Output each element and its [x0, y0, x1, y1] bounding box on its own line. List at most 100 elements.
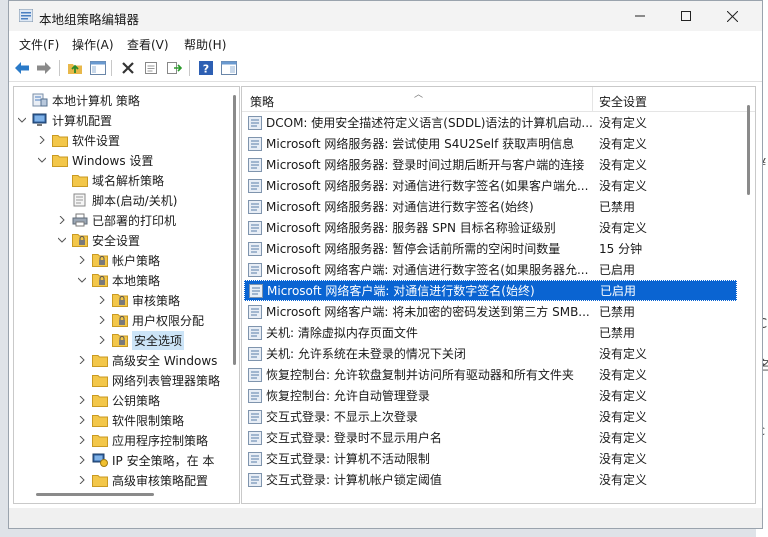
show-hide-tree-button[interactable] [89, 59, 107, 77]
up-button[interactable] [66, 59, 84, 77]
table-row[interactable]: 交互式登录: 登录时不显示用户名 没有定义 [244, 427, 737, 448]
menu-file[interactable]: 文件(F) [19, 36, 59, 53]
chevron-down-icon [58, 237, 66, 243]
tree-item-software-restriction[interactable]: 软件限制策略 [76, 410, 184, 430]
table-row[interactable]: Microsoft 网络客户端: 对通信进行数字签名(如果服务器允... 已启用 [244, 259, 737, 280]
tree-item-windows-settings[interactable]: Windows 设置 [36, 150, 153, 170]
policy-name: Microsoft 网络服务器: 服务器 SPN 目标名称验证级别 [266, 221, 556, 235]
tree-item-security-options[interactable]: 安全选项 [96, 330, 185, 350]
tree-item-network-list[interactable]: 网络列表管理器策略 [76, 370, 220, 390]
policy-name: 关机: 清除虚拟内存页面文件 [266, 326, 418, 340]
table-row[interactable]: Microsoft 网络服务器: 暂停会话前所需的空闲时间数量 15 分钟 [244, 238, 737, 259]
navigation-tree[interactable]: 本地计算机 策略 计算机配置 软件设置 Windows 设置 域名解析策略 脚本… [13, 86, 240, 504]
table-row[interactable]: 交互式登录: 不显示上次登录 没有定义 [244, 406, 737, 427]
policy-name: Microsoft 网络服务器: 暂停会话前所需的空闲时间数量 [266, 242, 561, 256]
view-icon [221, 61, 237, 75]
table-row[interactable]: 关机: 清除虚拟内存页面文件 已禁用 [244, 322, 737, 343]
tree-item-user-rights[interactable]: 用户权限分配 [96, 310, 204, 330]
menu-action[interactable]: 操作(A) [72, 36, 114, 53]
policy-setting-icon [248, 346, 262, 361]
policy-setting-icon [248, 115, 262, 130]
tree-vertical-scrollbar[interactable] [233, 95, 236, 365]
policy-setting-icon [248, 262, 262, 277]
table-row[interactable]: Microsoft 网络服务器: 服务器 SPN 目标名称验证级别 没有定义 [244, 217, 737, 238]
policy-setting-icon [248, 136, 262, 151]
tree-item-advanced-audit[interactable]: 高级审核策略配置 [76, 470, 208, 490]
export-list-button[interactable] [165, 59, 183, 77]
policy-name: 交互式登录: 不显示上次登录 [266, 410, 418, 424]
folder-icon [92, 414, 108, 427]
table-row[interactable]: 恢复控制台: 允许自动管理登录 没有定义 [244, 385, 737, 406]
table-row[interactable]: 关机: 允许系统在未登录的情况下关闭 没有定义 [244, 343, 737, 364]
back-button[interactable] [13, 59, 31, 77]
table-row[interactable]: Microsoft 网络服务器: 尝试使用 S4U2Self 获取声明信息 没有定… [244, 133, 737, 154]
gpedit-app-icon [19, 9, 33, 22]
folder-lock-icon [112, 294, 128, 307]
table-row[interactable]: Microsoft 网络客户端: 对通信进行数字签名(始终) 已启用 [244, 280, 737, 301]
sort-up-icon: ︿ [414, 90, 424, 100]
tree-item-printers[interactable]: 已部署的打印机 [56, 210, 176, 230]
folder-icon [92, 474, 108, 487]
menu-help[interactable]: 帮助(H) [184, 36, 226, 53]
table-row[interactable]: 恢复控制台: 允许软盘复制并访问所有驱动器和所有文件夹 没有定义 [244, 364, 737, 385]
policy-name: 交互式登录: 计算机帐户锁定阈值 [266, 473, 442, 487]
policy-name: 交互式登录: 计算机不活动限制 [266, 452, 430, 466]
security-setting-value: 没有定义 [599, 473, 648, 487]
tree-item-software-settings[interactable]: 软件设置 [36, 130, 120, 150]
tree-item-dns-policy[interactable]: 域名解析策略 [56, 170, 164, 190]
list-header: ︿ 策略 安全设置 [242, 87, 755, 112]
delete-button[interactable] [119, 59, 137, 77]
forward-arrow-icon [37, 62, 51, 74]
tree-item-public-key[interactable]: 公钥策略 [76, 390, 160, 410]
table-row[interactable]: Microsoft 网络客户端: 将未加密的密码发送到第三方 SMB... 已禁用 [244, 301, 737, 322]
policy-name: Microsoft 网络服务器: 对通信进行数字签名(如果客户端允... [266, 179, 589, 193]
tree-item-advanced-firewall[interactable]: 高级安全 Windows [76, 350, 217, 370]
tree-item-audit-policy[interactable]: 审核策略 [96, 290, 180, 310]
table-row[interactable]: Microsoft 网络服务器: 登录时间过期后断开与客户端的连接 没有定义 [244, 154, 737, 175]
chevron-right-icon [99, 336, 105, 344]
list-vertical-scrollbar[interactable] [747, 105, 750, 195]
policy-name: Microsoft 网络客户端: 对通信进行数字签名(始终) [267, 284, 535, 298]
help-icon: ? [199, 61, 213, 75]
help-button[interactable]: ? [197, 59, 215, 77]
policy-setting-icon [248, 409, 262, 424]
tree-item-app-control[interactable]: 应用程序控制策略 [76, 430, 208, 450]
computer-icon [32, 113, 47, 126]
security-setting-value: 已禁用 [599, 326, 636, 340]
computer-policy-icon [32, 93, 48, 107]
tree-item-account-policies[interactable]: 帐户策略 [76, 250, 160, 270]
table-row[interactable]: Microsoft 网络服务器: 对通信进行数字签名(始终) 已禁用 [244, 196, 737, 217]
folder-icon [52, 134, 68, 147]
view-button[interactable] [220, 59, 238, 77]
table-row[interactable]: Microsoft 网络服务器: 对通信进行数字签名(如果客户端允... 没有定义 [244, 175, 737, 196]
menu-bar: 文件(F) 操作(A) 查看(V) 帮助(H) [9, 33, 762, 54]
folder-lock-icon [112, 314, 128, 327]
tree-item-local-computer-policy[interactable]: 本地计算机 策略 [16, 90, 140, 110]
policy-setting-icon [248, 304, 262, 319]
minimize-button[interactable] [617, 1, 663, 31]
tree-horizontal-scrollbar[interactable] [36, 493, 154, 496]
properties-button[interactable] [142, 59, 160, 77]
policy-name: Microsoft 网络客户端: 对通信进行数字签名(如果服务器允... [266, 263, 589, 277]
tree-item-local-policies[interactable]: 本地策略 [76, 270, 160, 290]
table-row[interactable]: DCOM: 使用安全描述符定义语言(SDDL)语法的计算机启动... 没有定义 [244, 112, 737, 133]
table-row[interactable]: 交互式登录: 计算机帐户锁定阈值 没有定义 [244, 469, 737, 490]
close-button[interactable] [709, 1, 755, 31]
security-setting-value: 没有定义 [599, 452, 648, 466]
security-setting-value: 没有定义 [599, 179, 648, 193]
delete-icon [122, 62, 134, 74]
tree-item-computer-config[interactable]: 计算机配置 [16, 110, 112, 130]
column-header-setting[interactable]: 安全设置 [599, 93, 647, 110]
table-row[interactable]: 交互式登录: 计算机不活动限制 没有定义 [244, 448, 737, 469]
policy-name: Microsoft 网络服务器: 对通信进行数字签名(始终) [266, 200, 534, 214]
security-setting-value: 没有定义 [599, 347, 648, 361]
forward-button[interactable] [35, 59, 53, 77]
tree-item-ip-security[interactable]: IP 安全策略，在 本 [76, 450, 214, 470]
column-divider[interactable] [592, 87, 593, 111]
menu-view[interactable]: 查看(V) [127, 36, 169, 53]
tree-item-security-settings[interactable]: 安全设置 [56, 230, 140, 250]
policy-list[interactable]: ︿ 策略 安全设置 DCOM: 使用安全描述符定义语言(SDDL)语法的计算机启… [241, 86, 756, 504]
column-header-policy[interactable]: 策略 [250, 93, 274, 110]
tree-item-scripts[interactable]: 脚本(启动/关机) [56, 190, 177, 210]
maximize-button[interactable] [663, 1, 709, 31]
